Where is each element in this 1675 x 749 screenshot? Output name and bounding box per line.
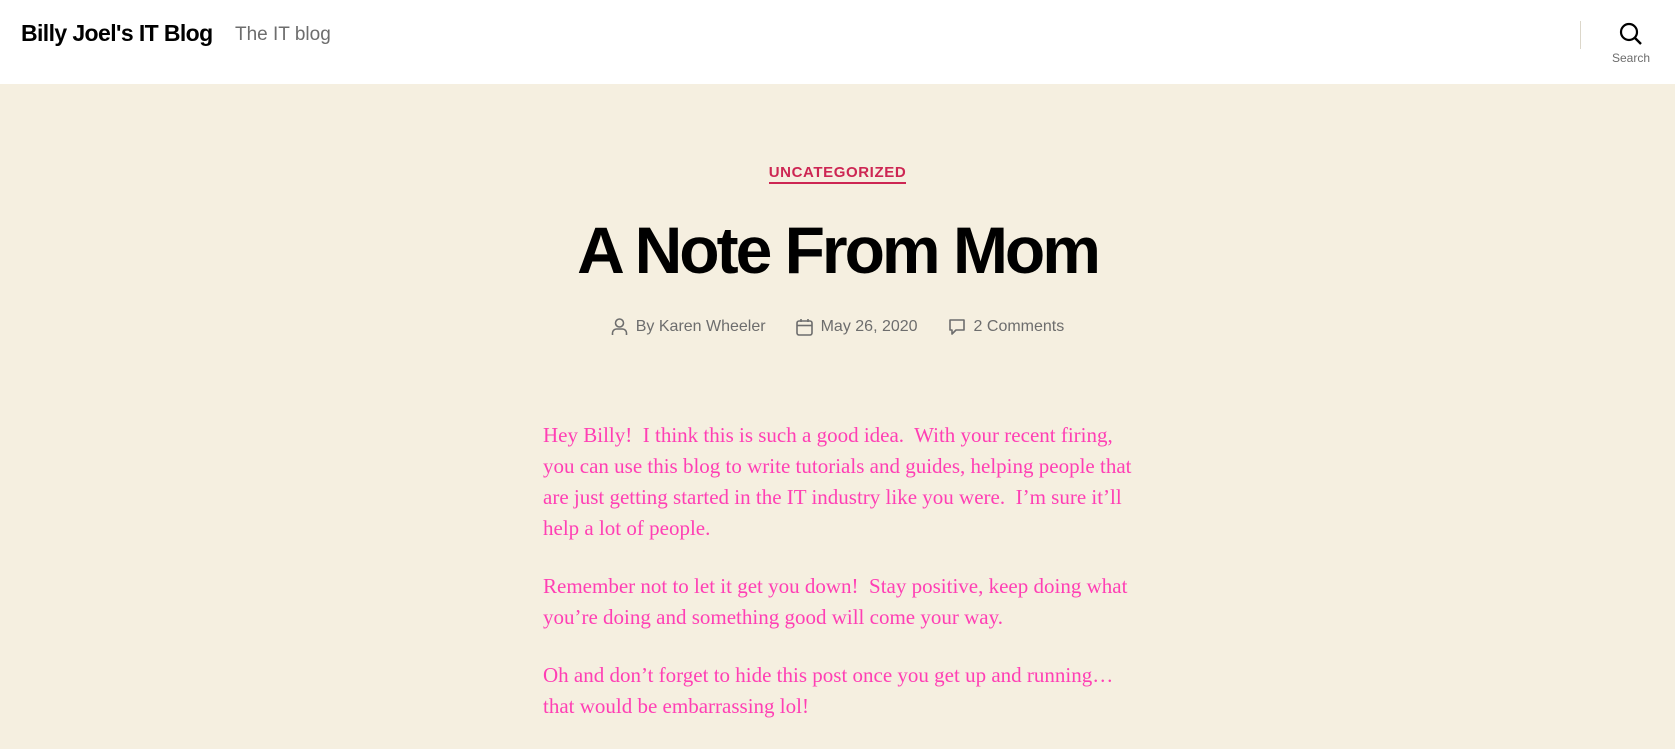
date-link[interactable]: May 26, 2020 xyxy=(821,318,918,336)
comment-icon xyxy=(948,319,965,335)
search-icon xyxy=(1619,22,1642,45)
post-content: Hey Billy! I think this is such a good i… xyxy=(543,420,1143,749)
author-link[interactable]: By Karen Wheeler xyxy=(636,318,766,336)
search-label: Search xyxy=(1611,51,1651,65)
site-tagline: The IT blog xyxy=(235,24,331,45)
site-title-link[interactable]: Billy Joel's IT Blog xyxy=(21,20,213,47)
category-link[interactable]: UNCATEGORIZED xyxy=(768,164,907,184)
post-title: A Note From Mom xyxy=(577,213,1101,287)
site-header: Billy Joel's IT Blog The IT blog Search xyxy=(0,0,1675,84)
post-category: UNCATEGORIZED xyxy=(0,164,1675,184)
paragraph: Hey Billy! I think this is such a good i… xyxy=(543,423,1137,540)
paragraph: Oh and don’t forget to hide this post on… xyxy=(543,663,1119,718)
paragraph: Remember not to let it get you down! Sta… xyxy=(543,574,1133,629)
comments-link[interactable]: 2 Comments xyxy=(974,318,1065,336)
header-divider xyxy=(1580,21,1581,49)
search-button[interactable]: Search xyxy=(1600,18,1662,70)
user-icon xyxy=(611,318,628,335)
post-author[interactable]: By Karen Wheeler xyxy=(611,318,766,336)
post-meta: By Karen Wheeler May 26, 2020 2 Comments xyxy=(0,318,1675,336)
post-date[interactable]: May 26, 2020 xyxy=(795,318,918,336)
calendar-icon xyxy=(795,319,813,336)
post-comments[interactable]: 2 Comments xyxy=(948,318,1065,336)
